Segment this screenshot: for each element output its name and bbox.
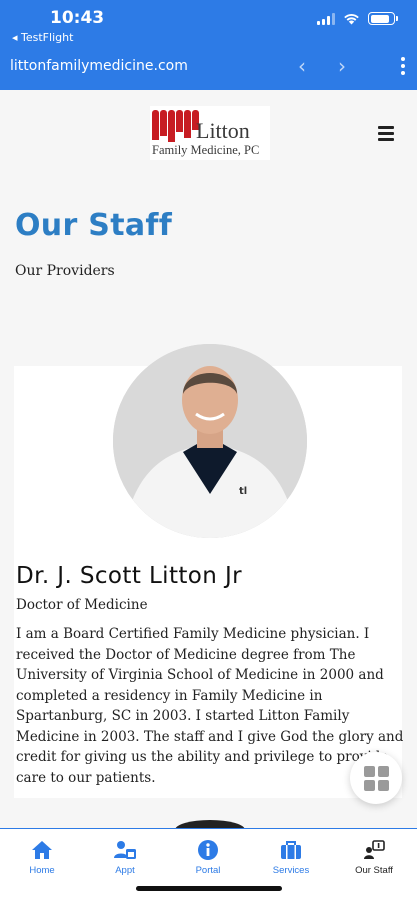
- site-logo[interactable]: Litton Family Medicine, PC: [150, 106, 270, 160]
- url-field[interactable]: littonfamilymedicine.com: [10, 58, 188, 74]
- provider-bio: I am a Board Certified Family Medicine p…: [16, 626, 404, 786]
- home-icon: [32, 841, 52, 859]
- tab-services-label: Services: [272, 865, 310, 876]
- back-to-testflight[interactable]: ◂ TestFlight: [12, 31, 73, 44]
- tab-home-label: Home: [29, 865, 55, 876]
- cellular-signal-icon: [317, 12, 335, 25]
- provider-name: Dr. J. Scott Litton Jr: [16, 563, 242, 589]
- tab-portal-label: Portal: [195, 865, 221, 876]
- logo-subtitle: Family Medicine, PC: [152, 143, 260, 157]
- page-title: Our Staff: [15, 208, 173, 243]
- status-time: 10:43: [50, 8, 105, 28]
- provider-role: Doctor of Medicine: [16, 597, 148, 613]
- tab-services[interactable]: Services: [251, 837, 331, 876]
- chevron-left-icon[interactable]: ‹: [298, 54, 306, 78]
- battery-icon: [368, 12, 398, 25]
- tab-our-staff-label: Our Staff: [355, 865, 393, 876]
- status-icons: [317, 12, 398, 25]
- kebab-icon[interactable]: [401, 57, 405, 75]
- browser-header: 10:43 ◂ TestFlight littonfamilymedicine.…: [0, 0, 417, 90]
- tab-appt-label: Appt: [115, 865, 135, 876]
- chevron-right-icon[interactable]: ›: [338, 54, 346, 78]
- logo-title: Litton: [196, 118, 250, 143]
- wifi-icon: [344, 14, 359, 25]
- provider-photo: tl: [113, 344, 307, 538]
- info-icon: [198, 840, 218, 860]
- tab-portal[interactable]: Portal: [168, 837, 248, 876]
- tab-our-staff[interactable]: Our Staff: [334, 837, 414, 876]
- svg-text:tl: tl: [239, 486, 247, 497]
- home-indicator: [136, 886, 282, 891]
- site-header: Litton Family Medicine, PC: [0, 90, 417, 180]
- staff-icon: [364, 840, 385, 859]
- hamburger-menu-icon[interactable]: [378, 126, 394, 141]
- provider-card: tl Dr. J. Scott Litton Jr Doctor of Medi…: [14, 344, 404, 798]
- page-subtitle: Our Providers: [15, 263, 115, 279]
- apps-grid-button[interactable]: [350, 752, 402, 804]
- tab-home[interactable]: Home: [2, 837, 82, 876]
- family-figures-icon: [152, 110, 199, 142]
- tab-appt[interactable]: Appt: [85, 837, 165, 876]
- briefcase-icon: [281, 841, 301, 859]
- grid-icon: [363, 765, 375, 777]
- appointment-icon: [114, 841, 136, 859]
